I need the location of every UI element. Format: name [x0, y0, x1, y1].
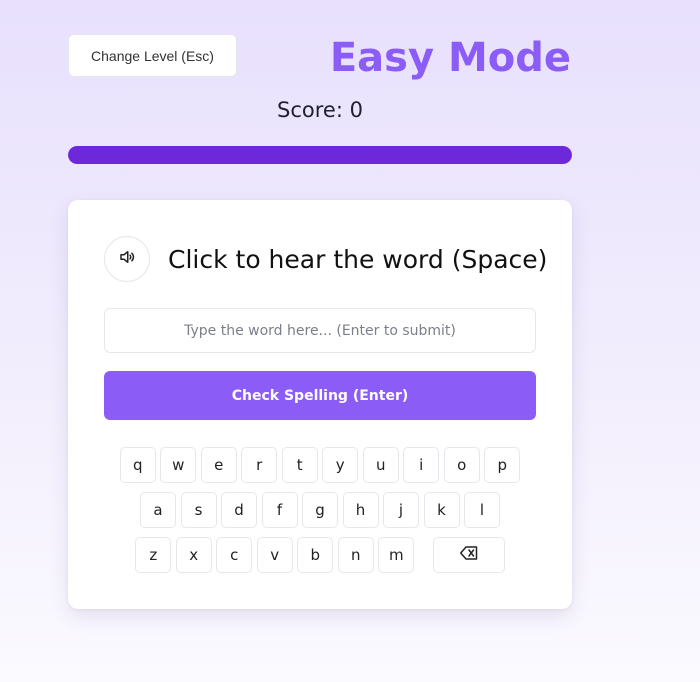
key-h[interactable]: h — [342, 492, 379, 528]
key-z[interactable]: z — [135, 537, 172, 573]
backspace-icon — [459, 546, 478, 564]
check-spelling-button[interactable]: Check Spelling (Enter) — [104, 371, 536, 420]
speaker-icon — [118, 248, 136, 270]
key-e[interactable]: e — [200, 447, 237, 483]
key-y[interactable]: y — [322, 447, 359, 483]
progress-bar — [68, 146, 572, 164]
key-d[interactable]: d — [221, 492, 257, 528]
key-p[interactable]: p — [484, 447, 521, 483]
key-s[interactable]: s — [180, 492, 217, 528]
on-screen-keyboard: qwertyuiop asdfghjkl zxcvbnm — [68, 447, 572, 582]
mode-title: Easy Mode — [329, 35, 571, 81]
key-o[interactable]: o — [443, 447, 480, 483]
key-t[interactable]: t — [281, 447, 318, 483]
backspace-key[interactable] — [432, 537, 505, 573]
key-j[interactable]: j — [383, 492, 419, 528]
audio-row: Click to hear the word (Space) — [104, 236, 547, 282]
keyboard-row-3: zxcvbnm — [68, 537, 572, 573]
keyboard-row-1: qwertyuiop — [68, 447, 572, 483]
change-level-button[interactable]: Change Level (Esc) — [68, 34, 237, 77]
key-m[interactable]: m — [378, 537, 415, 573]
key-u[interactable]: u — [362, 447, 399, 483]
key-r[interactable]: r — [241, 447, 278, 483]
word-input[interactable] — [104, 308, 536, 353]
key-g[interactable]: g — [302, 492, 338, 528]
key-a[interactable]: a — [140, 492, 176, 528]
key-q[interactable]: q — [119, 447, 156, 483]
key-l[interactable]: l — [464, 492, 500, 528]
key-k[interactable]: k — [423, 492, 460, 528]
play-word-button[interactable] — [104, 236, 150, 282]
keyboard-row-2: asdfghjkl — [68, 492, 572, 528]
key-b[interactable]: b — [297, 537, 334, 573]
key-c[interactable]: c — [216, 537, 253, 573]
score-display: Score: 0 — [277, 98, 363, 122]
key-w[interactable]: w — [160, 447, 197, 483]
key-x[interactable]: x — [175, 537, 212, 573]
key-f[interactable]: f — [261, 492, 298, 528]
audio-prompt-label[interactable]: Click to hear the word (Space) — [168, 245, 547, 274]
key-i[interactable]: i — [403, 447, 440, 483]
progress-bar-fill — [68, 146, 572, 164]
key-v[interactable]: v — [256, 537, 293, 573]
key-n[interactable]: n — [337, 537, 374, 573]
spelling-card: Click to hear the word (Space) Check Spe… — [68, 200, 572, 609]
